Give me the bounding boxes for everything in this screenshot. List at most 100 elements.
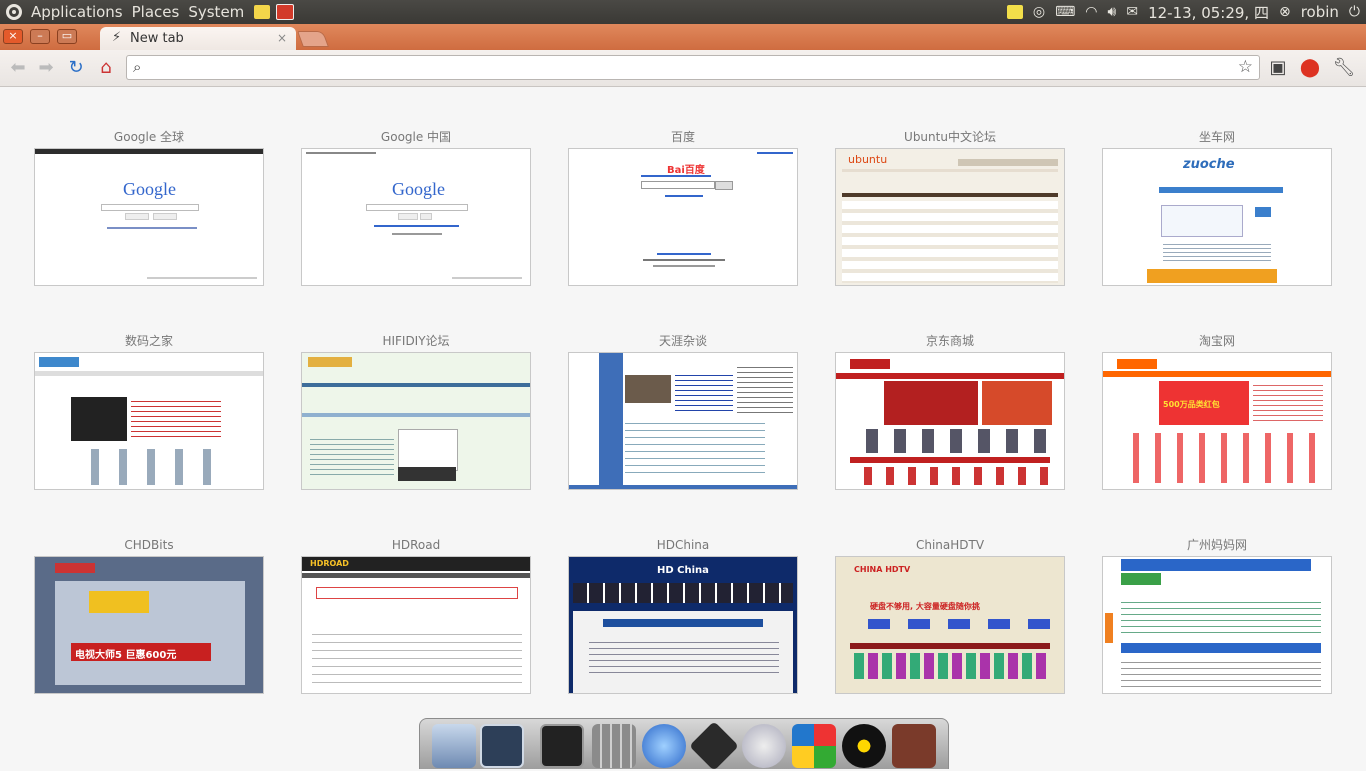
tab-strip: × – ▭ ⚡ New tab × <box>0 24 1366 50</box>
thumb-logo: Google <box>123 179 176 199</box>
extension-icon[interactable]: ▣ <box>1266 56 1290 80</box>
contacts-icon[interactable] <box>742 724 786 768</box>
thumb-logo: Google <box>392 179 445 199</box>
thumb-logo: zuoche <box>1183 157 1235 172</box>
bookmark-star-icon[interactable]: ☆ <box>1238 57 1253 77</box>
clock[interactable]: 12-13, 05:29, 四 <box>1148 2 1269 23</box>
tile-title: Ubuntu中文论坛 <box>904 130 996 144</box>
app-launcher-icon[interactable] <box>276 4 295 20</box>
tile-title: HDChina <box>656 538 710 552</box>
tile-google-global[interactable]: Google 全球 Google <box>34 129 264 286</box>
reload-icon[interactable]: ↻ <box>64 56 88 80</box>
menu-system[interactable]: System <box>188 3 244 21</box>
tile-hifidiy[interactable]: HIFIDIY论坛 <box>301 333 531 490</box>
tile-ubuntu-forum[interactable]: Ubuntu中文论坛 ubuntu <box>835 129 1065 286</box>
thumb-banner-text: 500万品类红包 <box>1163 400 1220 409</box>
tile-hdroad[interactable]: HDRoad HDROAD <box>301 537 531 694</box>
tile-thumbnail <box>568 352 798 490</box>
tile-google-china[interactable]: Google 中国 Google <box>301 129 531 286</box>
terminal-icon[interactable] <box>540 724 584 768</box>
tile-title: 数码之家 <box>124 334 173 348</box>
tile-thumbnail: CHINA HDTV 硬盘不够用, 大容量硬盘随你挑 <box>835 556 1065 694</box>
calculator-icon[interactable] <box>592 724 636 768</box>
wifi-icon[interactable]: ◠ <box>1085 4 1097 20</box>
ubuntu-logo-icon[interactable] <box>6 4 22 20</box>
tile-baidu[interactable]: 百度 Bai百度 <box>568 129 798 286</box>
top-panel: Applications Places System ◎ ⌨ ◠ 🔊︎ ✉ 12… <box>0 0 1366 24</box>
tile-thumbnail: HD China <box>568 556 798 694</box>
user-name[interactable]: robin <box>1301 3 1339 21</box>
tile-title: HIFIDIY论坛 <box>382 334 450 348</box>
thumb-logo: CHINA HDTV <box>854 565 911 574</box>
window-close-icon[interactable]: × <box>3 29 23 44</box>
windows-icon[interactable] <box>792 724 836 768</box>
home-icon[interactable]: ⌂ <box>94 56 118 80</box>
tile-tianya[interactable]: 天涯杂谈 <box>568 333 798 490</box>
chromium-icon[interactable] <box>642 724 686 768</box>
tile-thumbnail: Google <box>301 148 531 286</box>
search-icon: ⌕ <box>133 58 142 76</box>
tile-title: CHDBits <box>124 538 174 552</box>
tile-thumbnail <box>301 352 531 490</box>
tile-title: HDRoad <box>391 538 441 552</box>
menu-applications[interactable]: Applications <box>31 3 123 21</box>
tile-thumbnail: ubuntu <box>835 148 1065 286</box>
tile-title: ChinaHDTV <box>915 538 985 552</box>
tile-title: Google 全球 <box>113 130 185 144</box>
folder-launcher-icon[interactable] <box>254 5 271 19</box>
tile-zuoche[interactable]: 坐车网 zuoche <box>1102 129 1332 286</box>
tile-thumbnail <box>1102 556 1332 694</box>
thumb-banner-text: 硬盘不够用, 大容量硬盘随你挑 <box>870 602 980 611</box>
volume-icon[interactable]: 🔊︎ <box>1108 4 1117 20</box>
thumb-logo: HD China <box>657 565 709 576</box>
tile-thumbnail: HDROAD <box>301 556 531 694</box>
tab-lightning-icon: ⚡ <box>112 30 122 45</box>
mail-icon[interactable]: ✉ <box>1126 4 1138 20</box>
tile-thumbnail: Bai百度 <box>568 148 798 286</box>
menu-places[interactable]: Places <box>132 3 180 21</box>
power-icon[interactable]: ⏻ <box>1349 4 1360 20</box>
window-maximize-icon[interactable]: ▭ <box>57 29 77 44</box>
adblock-icon[interactable]: ⬤ <box>1298 56 1322 80</box>
tile-hdchina[interactable]: HDChina HD China <box>568 537 798 694</box>
keyboard-icon[interactable]: ⌨ <box>1055 4 1075 20</box>
thumb-banner-text: 电视大师5 巨惠600元 <box>75 650 177 661</box>
tile-title: 淘宝网 <box>1198 334 1235 348</box>
network-sync-icon[interactable]: ◎ <box>1033 4 1045 20</box>
tile-jingdong[interactable]: 京东商城 <box>835 333 1065 490</box>
tile-thumbnail <box>835 352 1065 490</box>
tile-title: Google 中国 <box>380 130 452 144</box>
tile-title: 京东商城 <box>925 334 974 348</box>
user-status-icon[interactable]: ⊗ <box>1279 4 1291 20</box>
address-input[interactable] <box>153 57 1227 79</box>
tile-shumazhijia[interactable]: 数码之家 <box>34 333 264 490</box>
forward-arrow-icon[interactable]: ➡ <box>34 56 58 80</box>
tile-chinahdtv[interactable]: ChinaHDTV CHINA HDTV 硬盘不够用, 大容量硬盘随你挑 <box>835 537 1065 694</box>
tile-title: 天涯杂谈 <box>658 334 707 348</box>
wrench-menu-icon[interactable]: 🔧︎ <box>1332 56 1356 80</box>
window-minimize-icon[interactable]: – <box>30 29 50 44</box>
tile-taobao[interactable]: 淘宝网 500万品类红包 <box>1102 333 1332 490</box>
dock <box>419 718 949 771</box>
new-tab-button[interactable] <box>297 31 329 47</box>
notes-icon[interactable] <box>1006 5 1023 19</box>
browser-toolbar: ⬅ ➡ ↻ ⌂ ⌕ ☆ ▣ ⬤ 🔧︎ <box>0 50 1366 87</box>
back-arrow-icon[interactable]: ⬅ <box>6 56 30 80</box>
tile-chdbits[interactable]: CHDBits 电视大师5 巨惠600元 <box>34 537 264 694</box>
tab-close-icon[interactable]: × <box>277 31 287 45</box>
workspace-switcher-icon[interactable] <box>480 724 524 768</box>
tile-thumbnail <box>34 352 264 490</box>
tile-thumbnail: Google <box>34 148 264 286</box>
tile-gzmama[interactable]: 广州妈妈网 <box>1102 537 1332 694</box>
tile-title: 百度 <box>670 130 695 144</box>
file-manager-icon[interactable] <box>432 724 476 768</box>
dictionary-book-icon[interactable] <box>892 724 936 768</box>
tile-thumbnail: 500万品类红包 <box>1102 352 1332 490</box>
tile-title: 坐车网 <box>1198 130 1235 144</box>
tile-title: 广州妈妈网 <box>1186 538 1247 552</box>
gnome-do-icon[interactable] <box>689 721 739 771</box>
omnibox[interactable]: ⌕ ☆ <box>126 55 1260 80</box>
thumb-logo: Bai百度 <box>667 165 705 176</box>
qq-penguin-icon[interactable] <box>842 724 886 768</box>
tab-new-tab[interactable]: ⚡ New tab × <box>100 27 296 50</box>
